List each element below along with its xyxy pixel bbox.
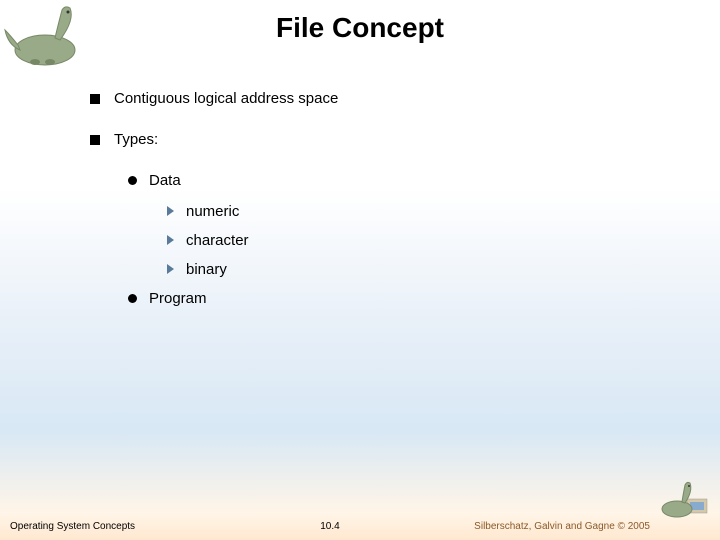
- arrow-bullet-icon: [166, 234, 176, 246]
- footer-left-text: Operating System Concepts: [10, 521, 223, 532]
- arrow-bullet-icon: [166, 205, 176, 217]
- circle-bullet-icon: [128, 294, 137, 303]
- slide-footer: Operating System Concepts 10.4 Silbersch…: [0, 521, 720, 532]
- bullet-text: Types:: [114, 131, 158, 148]
- header-dinosaur-logo: [0, 0, 90, 70]
- bullet-text: Data: [149, 172, 181, 189]
- bullet-text: numeric: [186, 203, 239, 220]
- square-bullet-icon: [90, 94, 100, 104]
- dinosaur-icon: [0, 0, 90, 70]
- bullet-level2: Program: [128, 290, 680, 307]
- bullet-level3: binary: [166, 261, 680, 278]
- bullet-text: Program: [149, 290, 207, 307]
- bullet-level1: Types:: [90, 131, 680, 148]
- bullet-level1: Contiguous logical address space: [90, 90, 680, 107]
- bullet-level3: numeric: [166, 203, 680, 220]
- dinosaur-small-icon: [657, 477, 712, 522]
- footer-page-number: 10.4: [223, 521, 436, 532]
- square-bullet-icon: [90, 135, 100, 145]
- slide-title: File Concept: [0, 0, 720, 44]
- bullet-text: character: [186, 232, 249, 249]
- bullet-level2: Data: [128, 172, 680, 189]
- footer-dinosaur-logo: [657, 477, 712, 522]
- circle-bullet-icon: [128, 176, 137, 185]
- arrow-bullet-icon: [166, 263, 176, 275]
- slide-content: Contiguous logical address space Types: …: [90, 90, 680, 321]
- bullet-text: Contiguous logical address space: [114, 90, 338, 107]
- bullet-level3: character: [166, 232, 680, 249]
- footer-copyright: Silberschatz, Galvin and Gagne © 2005: [437, 521, 710, 532]
- bullet-text: binary: [186, 261, 227, 278]
